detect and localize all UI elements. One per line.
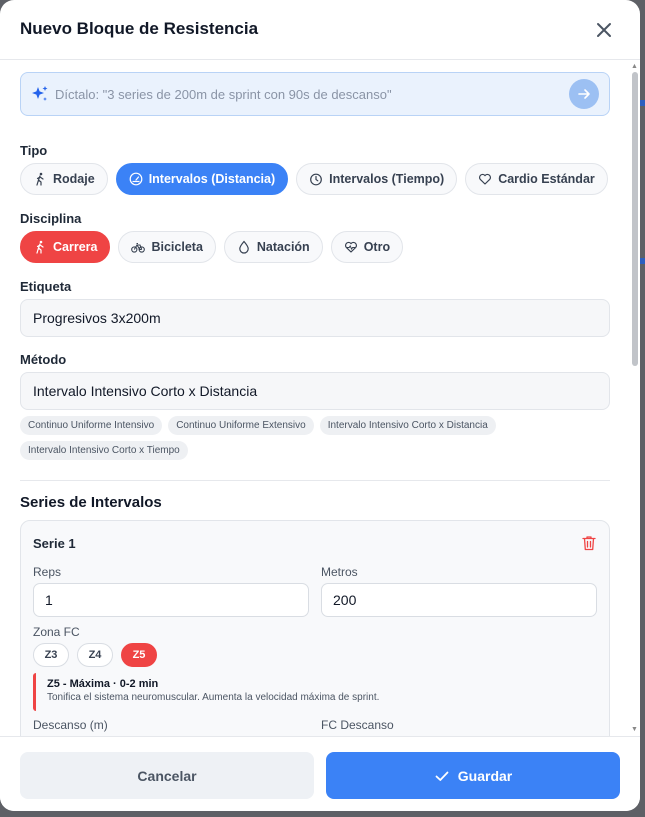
reps-label: Reps [33,565,62,579]
section-divider [20,480,610,481]
disciplina-options: Carrera Bicicleta Natación Otro [20,231,404,263]
close-icon [597,23,611,37]
metros-label: Metros [321,565,358,579]
save-button-label: Guardar [457,767,513,784]
descanso-label: Descanso (m) [33,718,108,732]
dictate-send-button[interactable] [569,79,599,109]
delete-series-button[interactable] [580,534,598,552]
zone-info-description: Tonifica el sistema neuromuscular. Aumen… [47,692,380,703]
scroll-down-arrow-icon[interactable]: ▼ [631,726,638,733]
scrollbar-thumb[interactable] [632,72,638,366]
metodo-suggestions: Continuo Uniforme Intensivo Continuo Uni… [20,416,610,460]
zone-z5-button[interactable]: Z5 [121,643,157,667]
disciplina-option-label: Carrera [53,240,98,254]
tipo-label: Tipo [20,143,48,158]
metodo-suggestion-chip[interactable]: Intervalo Intensivo Corto x Distancia [319,416,496,435]
disciplina-option-carrera[interactable]: Carrera [20,231,111,263]
zona-fc-label: Zona FC [33,625,80,639]
tipo-option-cardio-estandar[interactable]: Cardio Estándar [465,163,608,195]
metodo-label: Método [20,352,67,367]
modal-title: Nuevo Bloque de Resistencia [20,19,259,38]
scroll-up-arrow-icon[interactable]: ▲ [631,63,638,70]
metodo-suggestion-chip[interactable]: Intervalo Intensivo Corto x Tiempo [20,441,188,460]
disciplina-option-otro[interactable]: Otro [330,231,404,263]
tipo-option-label: Cardio Estándar [498,172,595,186]
dictate-box [20,72,610,116]
resistance-block-modal: Nuevo Bloque de Resistencia Tipo Rodaje [0,0,640,811]
heart-icon [479,173,492,185]
tipo-option-label: Intervalos (Tiempo) [329,172,445,186]
save-button[interactable]: Guardar [326,752,620,799]
tipo-options: Rodaje Intervalos (Distancia) Intervalos… [20,163,608,195]
cancel-button[interactable]: Cancelar [20,752,314,799]
disciplina-option-bicicleta[interactable]: Bicicleta [118,231,216,263]
trash-icon [582,536,596,551]
modal-body[interactable]: Tipo Rodaje Intervalos (Distancia) Inter… [0,61,640,736]
series-title: Serie 1 [33,536,76,551]
zone-z3-button[interactable]: Z3 [33,643,69,667]
disciplina-option-natacion[interactable]: Natación [223,231,323,263]
tipo-option-label: Rodaje [53,172,95,186]
tipo-option-label: Intervalos (Distancia) [148,172,276,186]
etiqueta-input[interactable] [20,299,610,337]
dictate-input[interactable] [55,73,555,115]
disciplina-option-label: Otro [363,240,391,254]
disciplina-option-label: Bicicleta [151,240,203,254]
modal-header: Nuevo Bloque de Resistencia [0,0,640,60]
bicycle-icon [131,242,146,253]
fc-descanso-label: FC Descanso [321,718,394,732]
gauge-icon [129,172,143,186]
series-card: Serie 1 Reps Metros Zona FC Z3 Z4 Z5 Z5 … [20,520,610,736]
zone-info-title: Z5 - Máxima · 0-2 min [47,678,159,690]
close-button[interactable] [592,18,616,42]
metodo-suggestion-chip[interactable]: Continuo Uniforme Intensivo [20,416,163,435]
zone-info-callout: Z5 - Máxima · 0-2 min Tonifica el sistem… [33,673,599,711]
metros-input[interactable] [321,583,597,617]
tipo-option-intervalos-distancia[interactable]: Intervalos (Distancia) [115,163,289,195]
modal-footer: Cancelar Guardar [0,736,640,811]
check-icon [435,771,449,781]
etiqueta-label: Etiqueta [20,279,72,294]
droplet-icon [239,240,249,254]
tipo-option-rodaje[interactable]: Rodaje [20,163,108,195]
disciplina-label: Disciplina [20,211,82,226]
disciplina-option-label: Natación [256,240,310,254]
runner-icon [36,240,44,254]
timer-icon [310,173,323,186]
runner-icon [36,172,44,186]
series-section-title: Series de Intervalos [20,494,162,511]
tipo-option-intervalos-tiempo[interactable]: Intervalos (Tiempo) [296,163,458,195]
zone-z4-button[interactable]: Z4 [77,643,113,667]
sparkles-icon [32,86,48,101]
arrow-right-icon [578,89,590,99]
zona-fc-options: Z3 Z4 Z5 [33,643,157,667]
reps-input[interactable] [33,583,309,617]
metodo-suggestion-chip[interactable]: Continuo Uniforme Extensivo [168,416,314,435]
heart-pulse-icon [344,241,357,253]
metodo-input[interactable] [20,372,610,410]
